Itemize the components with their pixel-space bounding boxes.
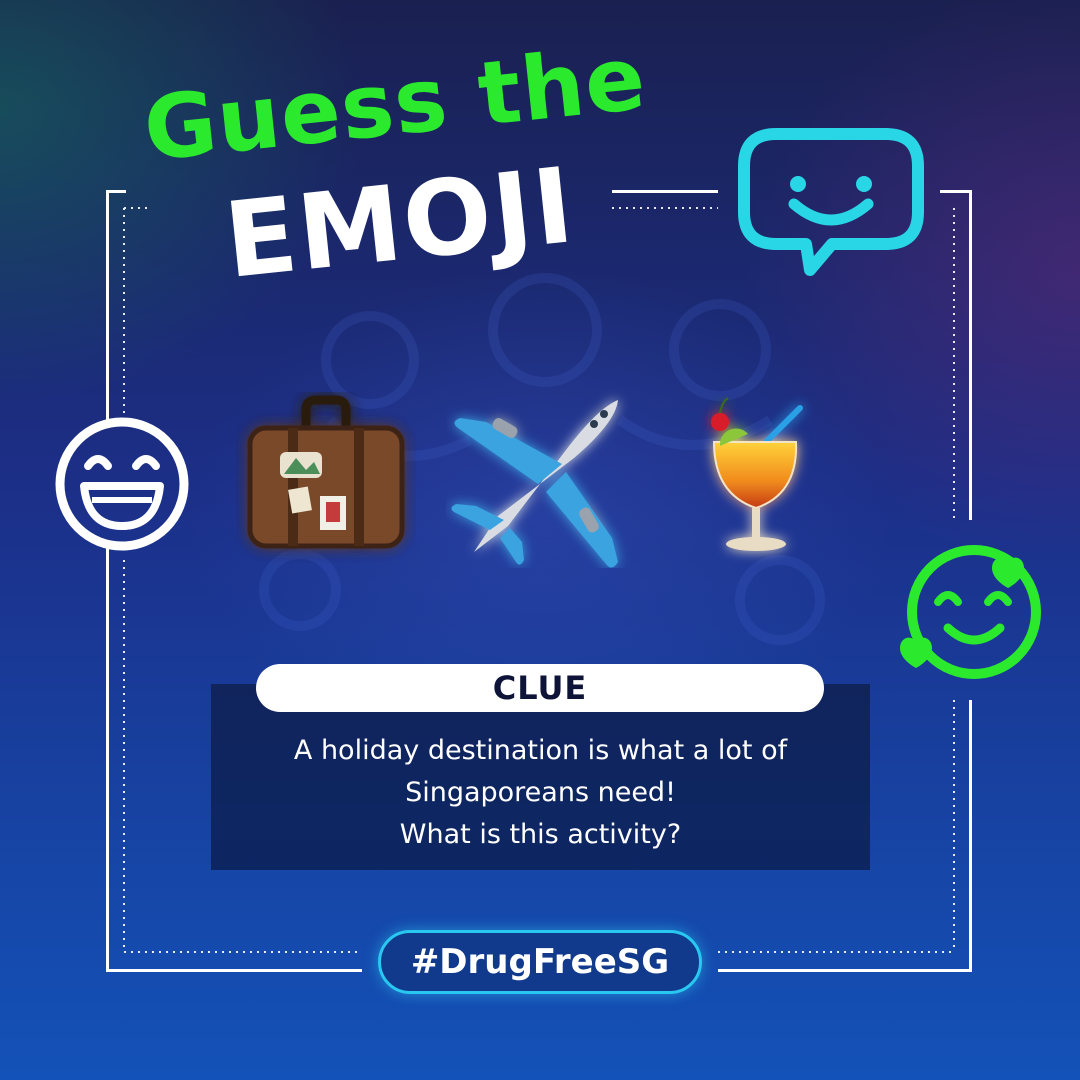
clue-line-3: What is this activity?	[399, 819, 682, 850]
hashtag-badge: #DrugFreeSG	[378, 930, 702, 994]
suitcase-emoji	[247, 395, 405, 549]
clue-line-1: A holiday destination is what a lot of	[293, 735, 788, 766]
post-canvas: Guess the EMOJI CLUE A holiday destinati…	[0, 0, 1080, 1080]
clue-label: CLUE	[492, 669, 588, 707]
clue-text: A holiday destination is what a lot of S…	[211, 730, 870, 856]
smiling-face-with-hearts-icon	[900, 545, 1041, 679]
clue-line-2: Singaporeans need!	[405, 777, 676, 808]
clue-pill: CLUE	[256, 664, 824, 712]
tropical-drink-emoji	[711, 397, 803, 551]
airplane-emoji	[451, 400, 618, 568]
grinning-face-icon	[55, 417, 189, 551]
chat-bubble-smile-icon	[738, 128, 924, 276]
hashtag-text: #DrugFreeSG	[410, 942, 670, 982]
